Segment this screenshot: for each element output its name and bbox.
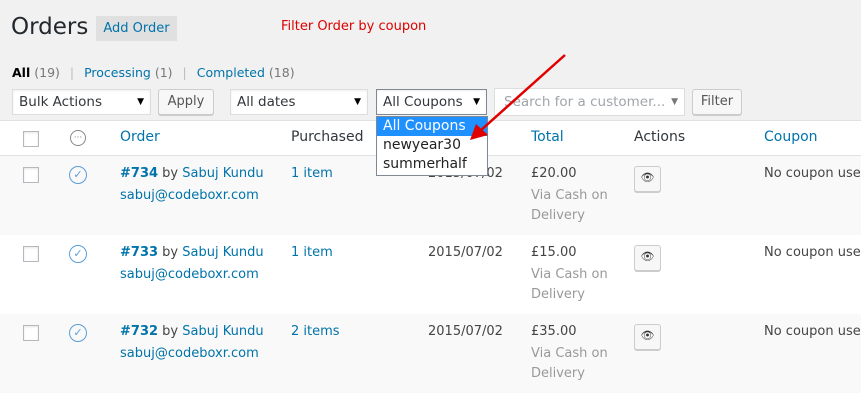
annotation-arrow-icon	[470, 54, 566, 140]
